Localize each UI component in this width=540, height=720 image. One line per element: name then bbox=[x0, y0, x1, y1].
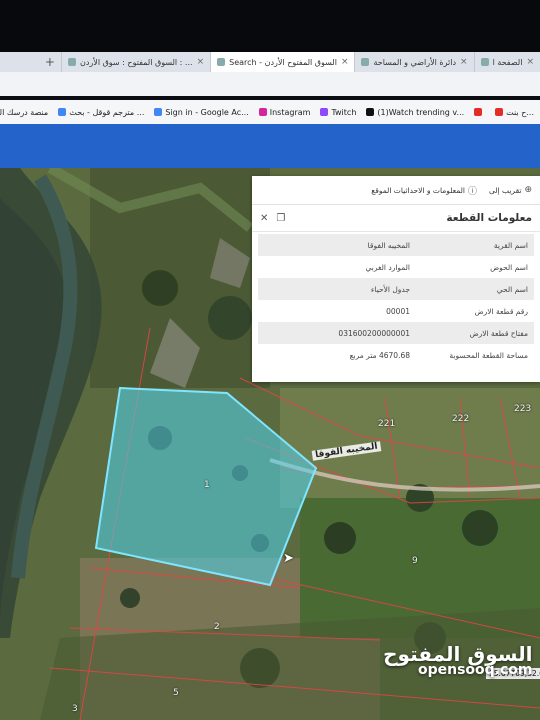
close-tab-icon[interactable]: × bbox=[526, 57, 534, 67]
info-row-area: مساحة القطعة المحسوبة 4670.68 متر مربع bbox=[349, 350, 528, 360]
address-bar-area bbox=[0, 72, 540, 96]
google-icon bbox=[58, 108, 67, 116]
panel-header: معلومات القطعة ❐ ✕ bbox=[252, 205, 540, 232]
close-tab-icon[interactable]: × bbox=[341, 57, 349, 67]
info-row-parcel-number: رقم قطعة الارض 00001 bbox=[386, 306, 528, 316]
site-header bbox=[0, 124, 540, 168]
tab-location-info[interactable]: ⓘ المعلومات و الاحداثيات الموقع bbox=[371, 184, 477, 197]
panel-tabs: ⊕ تقريب إلى ⓘ المعلومات و الاحداثيات الموق… bbox=[252, 176, 540, 205]
tab-zoom-to[interactable]: ⊕ تقريب إلى bbox=[489, 185, 532, 195]
browser-tab-land-dept[interactable]: دائرة الأراضي و المساحة × bbox=[354, 52, 473, 72]
youtube-icon bbox=[474, 108, 483, 116]
bookmark-item[interactable]: Sign in - Google Ac... bbox=[154, 108, 249, 117]
panel-title: معلومات القطعة bbox=[446, 212, 532, 224]
close-tab-icon[interactable]: × bbox=[460, 57, 468, 67]
info-icon: ⓘ bbox=[467, 186, 477, 197]
monitor-bezel bbox=[0, 0, 540, 52]
parcel-number-label: 223 bbox=[514, 404, 532, 414]
browser-tab-bar: الصفحة ا × دائرة الأراضي و المساحة × Searc… bbox=[0, 52, 540, 72]
parcel-number-label: 2 bbox=[214, 622, 220, 632]
info-row-district: اسم الحي جدول الأحياء bbox=[258, 278, 534, 300]
bookmark-item[interactable] bbox=[474, 108, 485, 116]
parcel-number-label: 9 bbox=[412, 556, 418, 566]
info-table: اسم القرية المخيبه الفوقا اسم الحوض الموار… bbox=[252, 232, 540, 366]
browser-tab-home[interactable]: الصفحة ا × bbox=[473, 52, 540, 72]
bookmark-item[interactable]: (1)Watch trending v... bbox=[366, 108, 464, 117]
restore-icon[interactable]: ❐ bbox=[276, 213, 285, 224]
parcel-number-label: 3 bbox=[72, 704, 78, 714]
panel-controls: ❐ ✕ bbox=[260, 213, 285, 224]
favicon-icon bbox=[480, 58, 489, 66]
youtube-icon bbox=[495, 108, 504, 116]
parcel-info-panel: ⊕ تقريب إلى ⓘ المعلومات و الاحداثيات الموق… bbox=[252, 176, 540, 382]
opensooq-watermark: السوق المفتوح opensooq.com bbox=[360, 642, 533, 678]
bookmark-item[interactable]: منصة درسك التعليمية bbox=[0, 108, 48, 117]
twitch-icon bbox=[320, 108, 329, 116]
browser-tab-search[interactable]: Search - السوق المفتوح الأردن × bbox=[210, 52, 355, 72]
close-tab-icon[interactable]: × bbox=[197, 57, 205, 67]
info-row-parcel-key: مفتاح قطعة الارض 031600200000001 bbox=[258, 322, 534, 344]
info-row-village: اسم القرية المخيبه الفوقا bbox=[258, 234, 534, 256]
new-tab-button[interactable]: + bbox=[39, 55, 61, 69]
parcel-number-label: 5 bbox=[173, 688, 179, 698]
close-icon[interactable]: ✕ bbox=[260, 213, 268, 224]
bookmark-item[interactable]: مترجم قوقل - بحث ... bbox=[58, 108, 144, 117]
info-row-basin: اسم الحوض الموارد الغربي bbox=[365, 262, 528, 272]
instagram-icon bbox=[258, 108, 267, 116]
tiktok-icon bbox=[366, 108, 375, 116]
google-icon bbox=[154, 108, 163, 116]
parcel-number-label: 1 bbox=[204, 480, 210, 490]
bookmarks-bar: ح بنت... (1)Watch trending v... Twitch I… bbox=[0, 100, 540, 124]
favicon-icon bbox=[67, 58, 76, 66]
bookmark-item[interactable]: Instagram bbox=[258, 108, 310, 117]
favicon-icon bbox=[217, 58, 226, 66]
zoom-icon: ⊕ bbox=[524, 185, 532, 195]
browser-tab-opensooq[interactable]: السوق المفتوح : سوق الأردن : ... × bbox=[60, 52, 210, 72]
parcel-number-label: 222 bbox=[452, 414, 470, 424]
favicon-icon bbox=[361, 58, 370, 66]
bookmark-item[interactable]: Twitch bbox=[320, 108, 356, 117]
parcel-number-label: 221 bbox=[378, 419, 396, 429]
bookmark-item[interactable]: ح بنت... bbox=[495, 108, 534, 117]
mouse-cursor-icon: ➤ bbox=[283, 551, 294, 566]
watermark-latin: opensooq.com bbox=[418, 662, 533, 678]
